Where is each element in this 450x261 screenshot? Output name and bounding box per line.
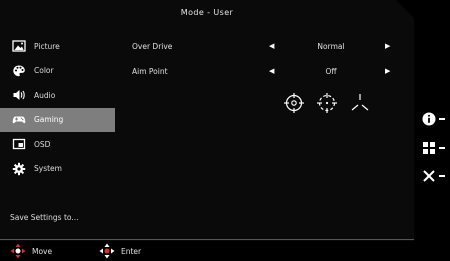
setting-label: Over Drive xyxy=(132,42,173,51)
sidebar-item-osd[interactable]: OSD xyxy=(0,132,115,157)
sidebar-item-system[interactable]: System xyxy=(0,157,115,182)
setting-value: Off xyxy=(325,67,337,76)
right-arrow-icon[interactable]: ▶ xyxy=(385,67,390,75)
footer-move-label: Move xyxy=(32,246,53,256)
divider xyxy=(0,239,414,240)
footer-enter-hint: Enter xyxy=(99,243,141,259)
crosshair-tripod-icon[interactable] xyxy=(349,92,371,118)
exit-button[interactable] xyxy=(422,169,448,183)
sidebar-item-label: Audio xyxy=(34,90,56,100)
left-arrow-icon[interactable]: ◀ xyxy=(269,67,274,75)
right-arrow-icon[interactable]: ▶ xyxy=(385,42,390,50)
menu-button[interactable] xyxy=(422,141,448,155)
sidebar-item-label: Picture xyxy=(34,41,60,51)
setting-row-over-drive[interactable]: Over Drive ◀ Normal ▶ xyxy=(132,40,397,65)
palette-icon xyxy=(12,64,26,78)
picture-icon xyxy=(12,39,26,53)
dpad-enter-icon xyxy=(99,243,115,259)
sidebar-item-label: OSD xyxy=(34,139,51,149)
footer-enter-label: Enter xyxy=(121,246,142,256)
grid-icon xyxy=(423,142,435,154)
dash xyxy=(439,147,445,149)
setting-label: Aim Point xyxy=(132,67,168,76)
gear-icon xyxy=(12,162,26,176)
sidebar-item-label: Color xyxy=(34,66,54,76)
sidebar-item-label: Gaming xyxy=(34,115,64,125)
osd-menu-panel: Mode - User Picture Color Audio Gaming O… xyxy=(0,0,414,241)
footer-move-hint: Move xyxy=(10,243,52,259)
sidebar-item-audio[interactable]: Audio xyxy=(0,83,115,108)
dpad-move-icon xyxy=(10,243,26,259)
dash xyxy=(439,118,445,120)
setting-value: Normal xyxy=(317,42,345,51)
close-icon xyxy=(423,170,435,182)
gaming-settings-list: Over Drive ◀ Normal ▶ Aim Point ◀ Off ▶ xyxy=(132,40,397,90)
sidebar-item-picture[interactable]: Picture xyxy=(0,34,115,59)
gamepad-icon xyxy=(12,113,26,127)
info-icon xyxy=(422,112,436,126)
sidebar-item-color[interactable]: Color xyxy=(0,59,115,84)
sidebar-item-gaming[interactable]: Gaming xyxy=(0,107,115,132)
setting-row-aim-point[interactable]: Aim Point ◀ Off ▶ xyxy=(132,65,397,90)
sidebar: Picture Color Audio Gaming OSD System xyxy=(0,34,115,181)
info-button[interactable] xyxy=(422,112,448,126)
crosshair-dashed-icon[interactable] xyxy=(316,92,338,118)
page-title: Mode - User xyxy=(180,8,234,17)
speaker-icon xyxy=(12,88,26,102)
crosshair-circle-icon[interactable] xyxy=(283,92,305,118)
left-arrow-icon[interactable]: ◀ xyxy=(269,42,274,50)
aim-point-options xyxy=(283,92,371,118)
save-settings-item[interactable]: Save Settings to... xyxy=(10,213,79,222)
dash xyxy=(439,175,445,177)
sidebar-item-label: System xyxy=(34,164,62,174)
osd-icon xyxy=(12,137,26,151)
